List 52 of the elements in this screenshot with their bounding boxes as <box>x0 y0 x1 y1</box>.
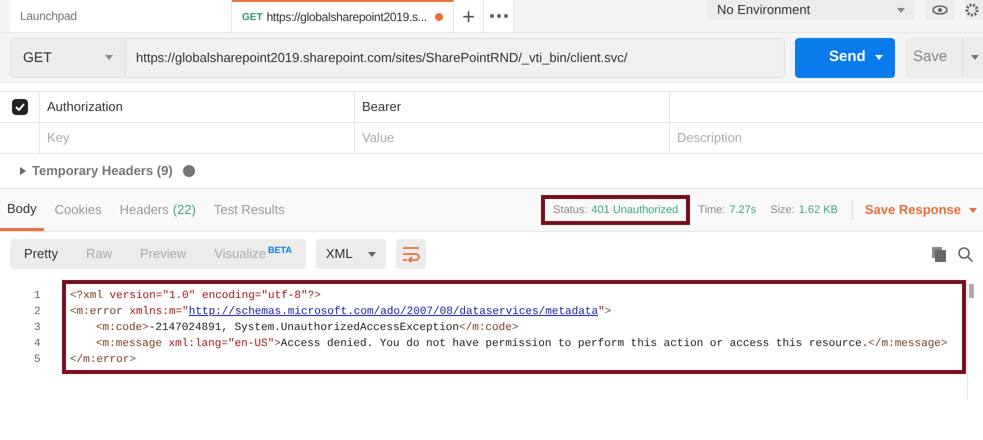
expand-icon[interactable] <box>20 167 26 175</box>
code-line: </m:error> <box>70 353 137 368</box>
response-tab[interactable]: Body <box>0 189 44 231</box>
temporary-headers-toggle[interactable]: Temporary Headers (9) <box>32 161 173 181</box>
scrollbar[interactable] <box>967 280 976 400</box>
save-response-button[interactable]: Save Response <box>852 200 983 220</box>
environment-dropdown[interactable]: No Environment <box>707 0 915 20</box>
info-icon <box>182 165 195 177</box>
view-mode-tab[interactable]: Pretty <box>10 239 72 269</box>
line-number: 2 <box>33 305 42 320</box>
caret-icon <box>368 252 376 256</box>
more-icon[interactable] <box>484 0 514 32</box>
line-number: 1 <box>33 289 42 304</box>
caret-icon <box>971 55 979 60</box>
caret-icon <box>875 55 883 60</box>
view-mode-tab[interactable]: Visualize$^{BETA}$ <box>200 239 306 269</box>
time-label: Time: <box>698 202 726 218</box>
table-cell[interactable]: Bearer <box>355 92 670 122</box>
description-field[interactable]: Description <box>670 123 983 153</box>
eye-icon[interactable] <box>925 0 955 20</box>
code-line: <m:message xml:lang="en-US">Access denied. You do not have permission to perform this action or access this resource.</m:message> <box>94 337 949 352</box>
value-field[interactable]: Value <box>355 123 670 153</box>
request-tab[interactable]: Launchpad <box>10 0 232 32</box>
new-tab-button[interactable]: + <box>454 0 484 32</box>
status-label: Status: <box>553 202 588 218</box>
key-field[interactable]: Key <box>40 123 355 153</box>
code-line: <m:code>-2147024891, System.UnauthorizedAccessException</m:code> <box>94 321 520 336</box>
response-tab[interactable]: Cookies <box>48 189 109 231</box>
line-number: 4 <box>33 337 42 352</box>
response-tab[interactable]: Headers (22) <box>112 189 203 231</box>
request-tab[interactable]: GET https://globalsharepoint2019.s... <box>232 0 454 32</box>
search-icon[interactable] <box>958 246 973 262</box>
checkbox[interactable] <box>12 99 28 115</box>
caret-icon <box>969 208 977 212</box>
settings-icon[interactable] <box>965 0 983 20</box>
response-tab[interactable]: Test Results <box>206 189 292 231</box>
format-select[interactable]: XML <box>316 239 386 269</box>
check-icon <box>14 103 24 111</box>
table-cell[interactable]: Authorization <box>40 92 355 122</box>
line-number: 5 <box>33 353 42 368</box>
code-line: <?xml version="1.0" encoding="utf-8"?> <box>70 289 322 304</box>
save-button[interactable]: Save <box>905 38 983 78</box>
copy-icon[interactable] <box>932 246 946 262</box>
code-line: <m:error xmlns:m="http://schemas.microsoft.com/ado/2007/08/dataservices/metadata"> <box>70 305 612 320</box>
line-number: 3 <box>33 321 42 336</box>
wrap-lines-icon[interactable] <box>396 239 426 269</box>
status-value: 401 Unauthorized <box>591 202 678 218</box>
time-value: 7.27s <box>729 202 756 218</box>
send-button[interactable]: Send <box>795 38 895 78</box>
size-value: 1.62 KB <box>798 202 838 218</box>
caret-icon <box>897 8 905 12</box>
size-label: Size: <box>770 202 795 218</box>
